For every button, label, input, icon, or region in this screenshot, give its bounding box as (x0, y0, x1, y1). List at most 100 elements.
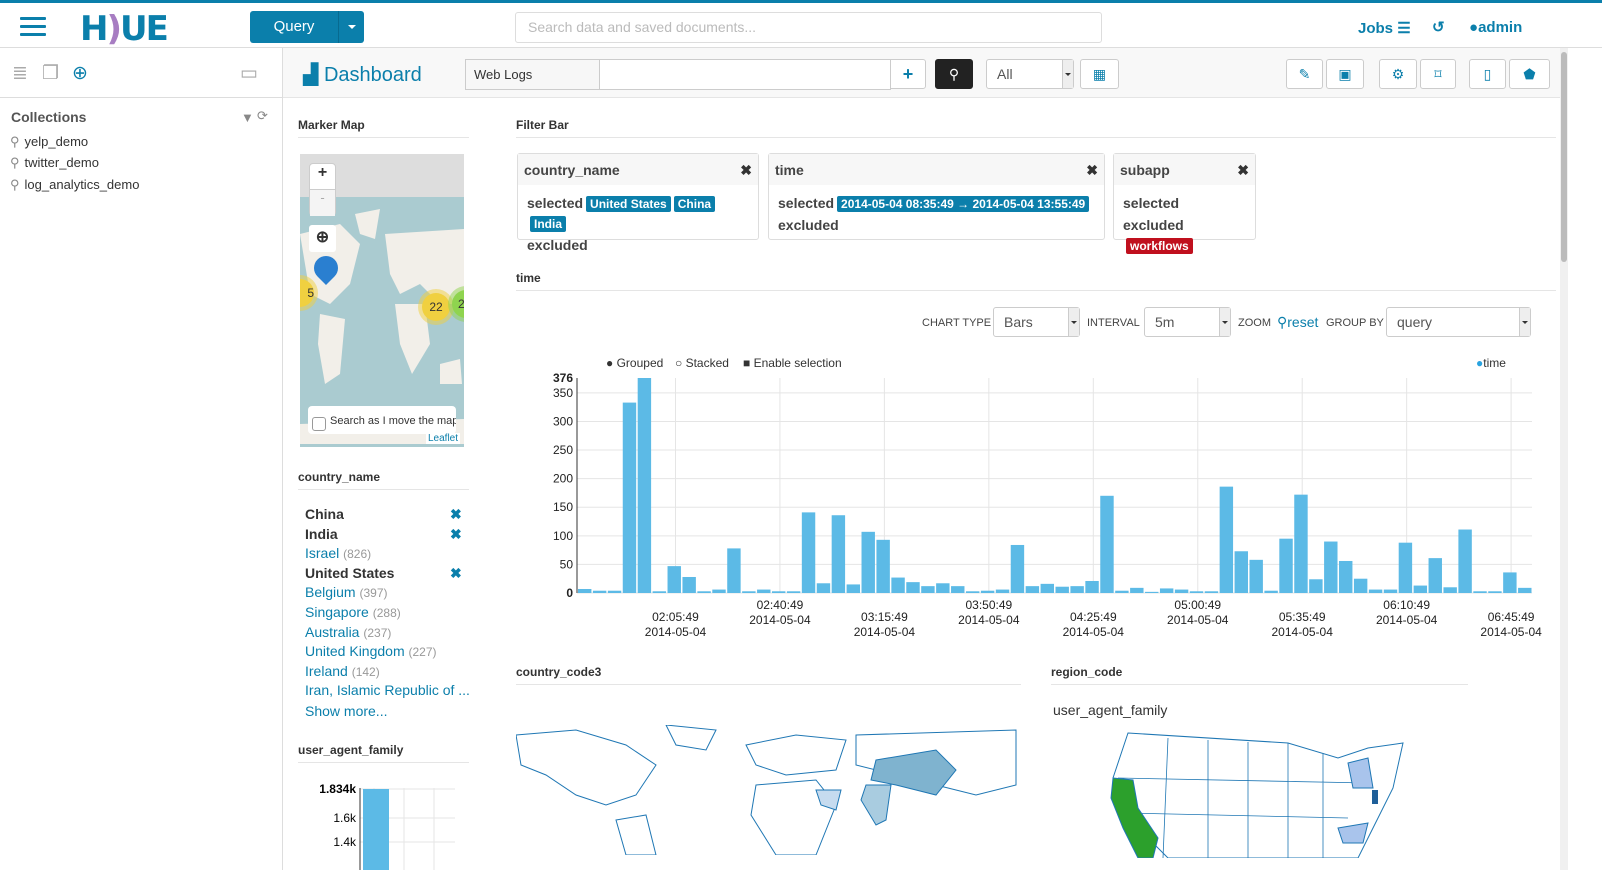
facet-item[interactable]: United States (305, 565, 394, 581)
collection-item[interactable]: ⚲ twitter_demo (10, 155, 99, 171)
bar[interactable] (1219, 486, 1234, 593)
search-index-icon[interactable]: ⊕ (72, 62, 88, 85)
bar[interactable] (1488, 591, 1502, 593)
marker-cluster[interactable]: 5 (300, 279, 314, 307)
show-more-link[interactable]: Show more... (305, 703, 387, 719)
bar[interactable] (846, 584, 861, 593)
query-dropdown-caret[interactable] (338, 11, 364, 43)
bar[interactable] (1353, 578, 1368, 593)
bar[interactable] (607, 590, 622, 593)
bar[interactable] (757, 589, 771, 593)
facet-item[interactable]: Israel (826) (305, 545, 371, 561)
interval-select[interactable]: 5m (1144, 307, 1231, 337)
legend-time[interactable]: ●time (1476, 356, 1506, 370)
remove-filter-icon[interactable]: ✖ (450, 565, 462, 582)
remove-filter-icon[interactable]: ✖ (450, 526, 462, 543)
bar[interactable] (861, 531, 875, 593)
database-icon[interactable]: ≣ (12, 62, 28, 85)
zoom-in-button[interactable]: + (310, 164, 335, 190)
selected-tag[interactable]: India (530, 216, 567, 232)
stacked-radio[interactable]: ○ Stacked (675, 356, 729, 370)
refresh-icon[interactable]: ⟳ (257, 108, 268, 124)
remove-filter-icon[interactable]: ✖ (450, 506, 462, 523)
bar[interactable] (1324, 541, 1338, 593)
bar[interactable] (876, 539, 890, 593)
search-as-move-checkbox[interactable]: Search as I move the map (308, 406, 456, 434)
remove-filter-icon[interactable]: ✖ (1237, 162, 1249, 179)
filter-select[interactable]: All (986, 59, 1074, 89)
add-query-button[interactable]: + (890, 59, 926, 89)
bar[interactable] (1010, 544, 1025, 593)
bar[interactable] (1204, 591, 1219, 593)
bar[interactable] (1309, 579, 1323, 593)
collection-item[interactable]: ⚲ log_analytics_demo (10, 177, 139, 193)
selected-tag[interactable]: United States (586, 196, 671, 212)
folder-open-icon[interactable]: ▭ (240, 62, 258, 85)
time-bar-chart[interactable]: 02:05:492014-05-0402:40:492014-05-04 03:1… (520, 370, 1550, 650)
bar[interactable] (1145, 591, 1159, 593)
bar[interactable] (1413, 585, 1428, 593)
search-button[interactable]: ⚲ (935, 59, 973, 89)
facet-item[interactable]: Iran, Islamic Republic of ... (305, 682, 470, 698)
bar[interactable] (891, 577, 905, 593)
new-document-button[interactable]: ▯ (1469, 59, 1506, 89)
global-search-input[interactable]: Search data and saved documents... (515, 12, 1102, 43)
chart-type-select[interactable]: Bars (993, 307, 1080, 337)
grouped-radio[interactable]: ● Grouped (606, 356, 663, 370)
world-choropleth-map[interactable] (516, 725, 1018, 855)
bar[interactable] (1518, 587, 1532, 593)
collection-item[interactable]: ⚲ yelp_demo (10, 134, 88, 150)
bar[interactable] (1503, 572, 1517, 593)
bar[interactable] (951, 586, 965, 593)
remove-filter-icon[interactable]: ✖ (740, 162, 752, 179)
bar[interactable] (622, 402, 637, 593)
facet-item[interactable]: Ireland (142) (305, 663, 380, 679)
bar[interactable] (921, 586, 935, 593)
bar[interactable] (980, 590, 995, 593)
bar[interactable] (1368, 589, 1383, 593)
bar[interactable] (712, 589, 726, 593)
bar[interactable] (727, 548, 741, 593)
selected-tag[interactable]: China (673, 196, 716, 212)
bar[interactable] (1249, 559, 1263, 593)
hue-logo[interactable]: H)UE (80, 9, 169, 49)
bar[interactable] (995, 589, 1010, 593)
bar[interactable] (906, 582, 920, 593)
bar[interactable] (1055, 586, 1069, 593)
bar[interactable] (1279, 538, 1293, 593)
bar[interactable] (771, 591, 786, 593)
zoom-box-icon[interactable]: ⊕ (309, 225, 336, 252)
bar[interactable] (1443, 587, 1457, 593)
bar[interactable] (1130, 587, 1144, 593)
bar[interactable] (1264, 590, 1278, 593)
bar[interactable] (1458, 529, 1472, 593)
bar[interactable] (1159, 588, 1174, 593)
bar[interactable] (637, 378, 652, 593)
user-menu[interactable]: ●admin (1469, 19, 1522, 36)
bar[interactable] (1174, 589, 1189, 593)
bar[interactable] (363, 789, 389, 870)
bar[interactable] (1234, 551, 1248, 593)
zoom-reset-link[interactable]: ⚲reset (1277, 314, 1318, 331)
facet-item[interactable]: China (305, 506, 344, 522)
excluded-tag[interactable]: workflows (1126, 238, 1193, 254)
scrollbar[interactable] (1560, 48, 1568, 870)
marker-map[interactable]: + - ⊕ 5 22 2 Search as I move the map Le… (300, 154, 464, 447)
bar[interactable] (1339, 560, 1353, 593)
bar[interactable] (831, 515, 846, 593)
bar[interactable] (667, 566, 681, 593)
bar[interactable] (816, 583, 831, 593)
bar[interactable] (682, 576, 696, 593)
bar[interactable] (1115, 590, 1129, 593)
enable-selection-toggle[interactable]: ■ Enable selection (743, 356, 842, 370)
settings-button[interactable]: ⚙ (1379, 59, 1417, 89)
bar[interactable] (801, 512, 816, 593)
zoom-out-button[interactable]: - (310, 190, 335, 216)
bar[interactable] (1040, 583, 1054, 593)
query-input[interactable] (599, 59, 891, 90)
bar[interactable] (786, 591, 801, 593)
bar[interactable] (936, 583, 950, 593)
calendar-button[interactable]: ▦ (1080, 59, 1119, 89)
bar[interactable] (1025, 586, 1040, 593)
bar[interactable] (592, 590, 607, 593)
